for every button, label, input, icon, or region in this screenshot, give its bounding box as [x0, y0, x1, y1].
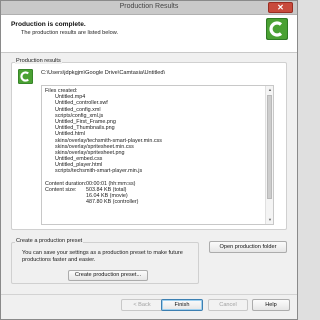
finish-button[interactable]: Finish [161, 299, 203, 311]
help-button[interactable]: Help [252, 299, 290, 311]
results-list[interactable]: Files created: Untitled.mp4 Untitled_cont… [41, 85, 274, 225]
close-button[interactable]: ✕ [268, 2, 293, 13]
header-subtitle: The production results are listed below. [21, 30, 119, 36]
back-button[interactable]: < Back [121, 299, 163, 311]
title-bar: Production Results ✕ [1, 1, 297, 15]
created-file-item: skins/overlay/techsmith-smart-player.min… [55, 137, 162, 144]
scroll-up-icon[interactable]: ▲ [266, 86, 273, 94]
production-results-label: Production results [15, 58, 62, 64]
preset-description: You can save your settings as a producti… [22, 250, 183, 263]
results-lines: Files created: Untitled.mp4 Untitled_cont… [45, 88, 162, 205]
dialog-header: Production is complete. The production r… [1, 15, 297, 53]
file-list: Untitled.mp4 Untitled_controller.swf Untit… [45, 94, 162, 174]
output-path: C:\Users\jdpkgjm\Google Drive\Camtasia\U… [41, 70, 166, 76]
footer-divider [1, 294, 297, 295]
production-results-group: C:\Users\jdpkgjm\Google Drive\Camtasia\U… [11, 62, 287, 230]
open-production-folder-button[interactable]: Open production folder [209, 241, 287, 253]
content-size-row: 487.80 KB (controller) [45, 199, 162, 205]
window-title: Production Results [119, 3, 179, 10]
production-preset-group: You can save your settings as a producti… [11, 242, 199, 284]
cancel-button[interactable]: Cancel [208, 299, 248, 311]
camtasia-logo-icon [18, 69, 33, 86]
production-results-dialog: Production Results ✕ Production is compl… [0, 0, 298, 320]
scroll-down-icon[interactable]: ▼ [266, 216, 273, 224]
production-preset-label: Create a production preset [15, 238, 84, 244]
content-size-controller: 487.80 KB (controller) [86, 199, 139, 206]
scroll-thumb[interactable] [267, 95, 272, 199]
camtasia-logo-icon [266, 18, 288, 42]
create-preset-button[interactable]: Create production preset... [68, 270, 148, 281]
vertical-scrollbar[interactable]: ▲ ▼ [265, 86, 273, 224]
header-title: Production is complete. [11, 21, 86, 28]
